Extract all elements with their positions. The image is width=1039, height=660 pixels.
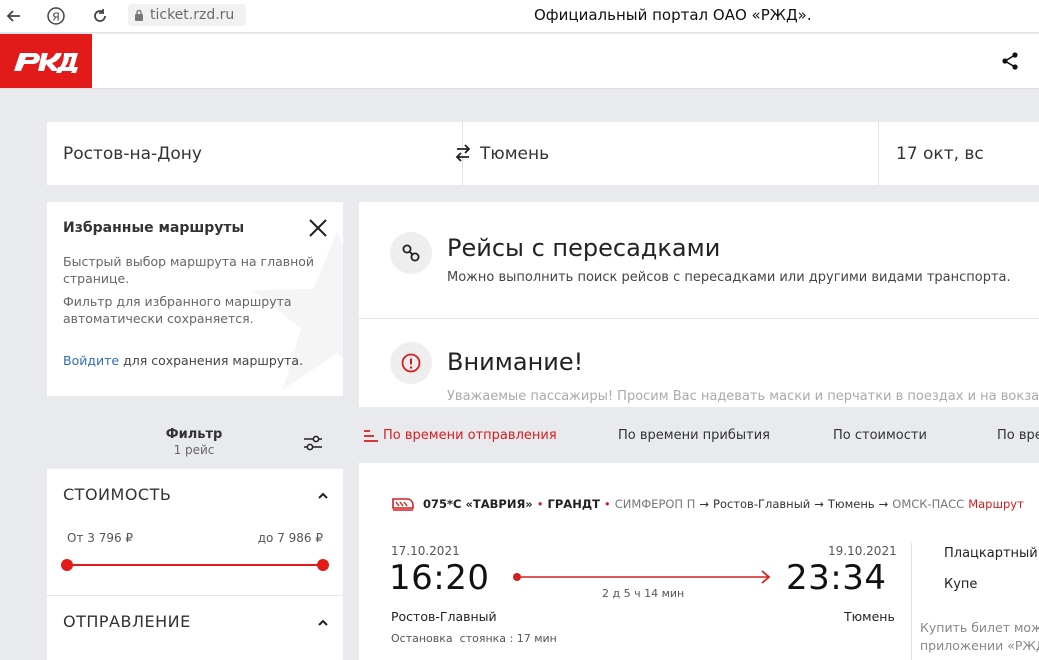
to-value: Тюмень [480,143,550,164]
yandex-icon: Я [47,7,65,25]
train-icon [392,498,414,511]
swap-button[interactable] [454,142,472,164]
sort-by-arrival[interactable]: По времени прибытия [618,428,770,443]
to-field[interactable]: Тюмень [480,122,549,185]
link-icon [402,244,420,262]
favorites-text: Фильтр для избранного маршрута автоматич… [63,294,292,326]
car-type-kupe[interactable]: Купе [944,577,977,592]
date-value: 17 окт, вс [896,143,984,164]
divider [47,595,343,596]
price-slider-track [67,564,323,566]
stop-info: Остановка стоянка : 17 мин [391,632,557,645]
share-icon [1002,52,1018,70]
price-min: От 3 796 ₽ [67,531,134,545]
arrow-right-icon: → [814,497,824,511]
reload-button[interactable] [88,4,112,28]
route-stop: Ростов-Главный [713,497,811,511]
arrival-station: Тюмень [844,609,895,624]
train-number: 075*С «ТАВРИЯ» [423,497,533,511]
filter-panel: СТОИМОСТЬ От 3 796 ₽ до 7 986 ₽ ОТПРАВЛЕ… [47,469,343,660]
price-slider-max-handle[interactable] [317,559,329,571]
journey-line [513,570,771,584]
info-card: Рейсы с пересадками Можно выполнить поис… [359,202,1039,407]
buy-note: Купить билет мож приложении «РЖД [920,619,1039,655]
attention-icon-wrap [390,342,432,384]
departure-station: Ростов-Главный [391,609,497,624]
divider [359,318,1039,319]
departure-time: 16:20 [389,558,490,598]
back-button[interactable] [2,4,26,28]
sort-icon [364,429,378,442]
attention-text: Уважаемые пассажиры! Просим Вас надевать… [447,389,1039,404]
separator-dot: • [536,497,544,511]
address-bar[interactable]: ticket.rzd.ru [128,4,246,26]
transfers-text: Можно выполнить поиск рейсов с пересадка… [447,270,1011,285]
sort-label: По времени отправления [383,428,557,443]
close-icon [309,219,327,237]
url-text: ticket.rzd.ru [150,7,235,23]
route-stop: Тюмень [827,497,875,511]
route-link[interactable]: Маршрут [968,497,1024,511]
transfer-icon-wrap [390,232,432,274]
sort-by-duration[interactable]: По вре [997,428,1039,443]
train-card: 075*С «ТАВРИЯ» • ГРАНДТ • СИМФЕРОП П → Р… [359,463,1039,660]
favorites-card: Избранные маршруты Быстрый выбор маршрут… [47,202,343,396]
divider [911,543,912,660]
info-icon [401,353,421,373]
sort-by-price[interactable]: По стоимости [833,428,927,443]
arrow-left-icon [6,10,20,22]
arrow-right-icon: → [699,497,710,511]
from-field[interactable]: Ростов-на-Дону [63,122,202,185]
train-brand: ГРАНДТ [547,497,600,511]
yandex-button[interactable]: Я [44,4,68,28]
price-filter-title[interactable]: СТОИМОСТЬ [63,485,171,504]
divider [878,122,879,185]
route-origin: СИМФЕРОП П [614,497,696,511]
chevron-up-icon[interactable] [316,616,330,630]
transfers-title: Рейсы с пересадками [447,234,721,262]
attention-title: Внимание! [447,348,584,376]
from-value: Ростов-на-Дону [63,143,202,164]
svg-text:Я: Я [52,11,60,24]
trip-duration: 2 д 5 ч 14 мин [602,587,685,600]
chevron-up-icon[interactable] [316,489,330,503]
stop-label: Остановка [391,632,453,645]
arrival-date: 19.10.2021 [828,544,897,558]
favorites-login: Войдите для сохранения маршрута. [63,353,303,368]
close-button[interactable] [306,216,330,240]
lock-icon [135,9,143,21]
page-title: Официальный портал ОАО «РЖД». [534,6,812,24]
stop-value: стоянка : 17 мин [459,632,557,645]
price-slider-min-handle[interactable] [61,559,73,571]
train-route: 075*С «ТАВРИЯ» • ГРАНДТ • СИМФЕРОП П → Р… [391,496,1024,512]
departure-date: 17.10.2021 [391,544,460,558]
favorites-text: Быстрый выбор маршрута на главной страни… [63,254,315,286]
separator-dot: • [603,497,611,511]
filter-label: Фильтр [165,427,223,442]
rzd-logo[interactable] [0,34,92,88]
route-search-bar: Ростов-на-Дону Тюмень 17 окт, вс [47,122,1039,185]
login-link[interactable]: Войдите [63,353,119,368]
swap-icon [455,144,471,162]
departure-filter-title[interactable]: ОТПРАВЛЕНИЕ [63,612,191,631]
share-button[interactable] [999,50,1021,72]
arrow-right-icon: → [878,497,889,511]
car-type-platskart[interactable]: Плацкартный [944,546,1038,561]
route-destination: ОМСК-ПАСС [892,497,965,511]
arrival-time: 23:34 [786,558,887,598]
reload-icon [94,9,106,22]
sort-by-departure[interactable]: По времени отправления [364,428,557,443]
favorites-title: Избранные маршруты [63,220,245,236]
sliders-icon [304,435,322,451]
buy-note-line: Купить билет мож [920,620,1039,635]
site-header [0,34,1039,89]
filter-settings-button[interactable] [302,432,324,454]
date-field[interactable]: 17 окт, вс [896,122,984,185]
price-max: до 7 986 ₽ [257,531,323,545]
login-rest: для сохранения маршрута. [119,353,304,368]
filter-count: 1 рейс [173,443,215,457]
buy-note-line: приложении «РЖД [920,638,1039,653]
rzd-logo-icon [14,53,78,73]
